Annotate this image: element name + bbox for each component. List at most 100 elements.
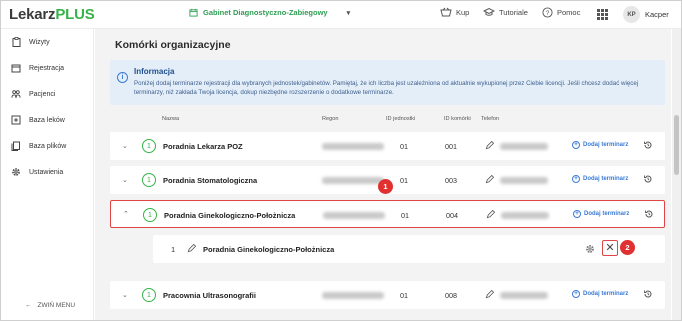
delete-schedule-button[interactable]: ✕ [602,240,618,256]
redacted-region [322,292,384,299]
sidebar-item-label: Ustawienia [29,168,64,176]
plus-icon: + [572,175,580,183]
chevron-down-icon[interactable]: ⌄ [122,176,128,184]
medicine-icon [11,115,21,125]
pencil-icon[interactable] [485,141,494,150]
collapse-menu-label: ZWIŃ MENU [37,302,76,309]
scrollbar-thumb[interactable] [674,115,679,175]
gear-icon[interactable] [585,244,595,254]
sidebar-item-label: Baza plików [29,142,67,150]
redacted-phone [500,177,548,184]
arrow-left-icon: ← [25,302,32,309]
add-schedule-label: Dodaj terminarz [583,176,629,182]
history-icon[interactable] [643,174,653,184]
user-name[interactable]: Kacper [645,10,669,19]
help-label: Pomoc [557,8,581,17]
sidebar-item-pacjenci[interactable]: Pacjenci [11,89,55,99]
schedule-subrow[interactable]: 1 Poradnia Ginekologiczno-Położnicza ✕ [153,235,665,263]
calendar-icon [11,63,21,73]
clinic-selector[interactable]: Gabinet Diagnostyczno-Zabiegowy ▾ [189,8,350,17]
add-schedule-button[interactable]: + Dodaj terminarz [572,290,628,298]
collapse-menu-button[interactable]: ← ZWIŃ MENU [25,302,75,309]
sidebar-item-baza-lekow[interactable]: Baza leków [11,115,65,125]
page-title: Komórki organizacyjne [115,39,231,51]
pencil-icon[interactable] [486,210,495,219]
table-row[interactable]: ⌄ 1 Pracownia Ultrasonografii 01 008 + Do… [110,281,665,309]
chevron-down-icon[interactable]: ⌄ [122,142,128,150]
files-icon [11,141,21,151]
calendar-icon [189,8,198,17]
history-icon[interactable] [644,209,654,219]
shop-link[interactable]: Kup [440,7,469,17]
logo-text-2: PLUS [55,6,95,23]
add-schedule-button[interactable]: + Dodaj terminarz [572,141,628,149]
id-unit: 01 [400,291,408,300]
pencil-icon[interactable] [485,290,494,299]
count-badge: 1 [142,139,156,153]
info-title: Informacja [134,67,175,76]
add-schedule-label: Dodaj terminarz [583,142,629,148]
help-link[interactable]: ? Pomoc [542,7,580,18]
unit-name: Pracownia Ultrasonografii [163,291,256,300]
redacted-region [322,177,384,184]
chevron-down-icon[interactable]: ⌄ [122,291,128,299]
plus-icon: + [572,290,580,298]
caret-down-icon: ▾ [346,9,351,17]
sidebar-item-label: Rejestracja [29,64,65,72]
column-header-phone: Telefon [481,116,500,122]
info-text: Poniżej dodaj terminarze rejestracji dla… [134,80,639,96]
sidebar-item-ustawienia[interactable]: Ustawienia [11,167,63,177]
callout-marker: 2 [620,240,635,255]
id-unit: 01 [400,176,408,185]
sidebar-item-baza-plikow[interactable]: Baza plików [11,141,66,151]
history-icon[interactable] [643,289,653,299]
id-unit: 01 [401,211,409,220]
main-content: Komórki organizacyjne i Informacja Poniż… [95,29,671,320]
sidebar-item-label: Wizyty [29,38,50,46]
column-header-name: Nazwa [162,116,180,122]
callout-marker: 1 [378,179,393,194]
info-banner: i Informacja Poniżej dodaj terminarze re… [110,60,665,105]
table-row-selected[interactable]: ⌃ 1 Poradnia Ginekologiczno-Położnicza 0… [110,200,665,228]
redacted-phone [500,292,548,299]
schedule-name: Poradnia Ginekologiczno-Położnicza [203,245,335,254]
count-badge: 1 [142,288,156,302]
redacted-region [322,143,384,150]
sidebar-item-label: Pacjenci [29,90,56,98]
avatar[interactable]: KP [623,6,640,23]
column-header-id-unit: ID jednostki [386,116,416,122]
tutorials-link[interactable]: Tutoriale [483,7,528,17]
chevron-up-icon[interactable]: ⌃ [123,210,129,218]
sidebar-item-rejestracja[interactable]: Rejestracja [11,63,64,73]
column-header-id-cell: ID komórki [444,116,471,122]
add-schedule-label: Dodaj terminarz [583,291,629,297]
scrollbar[interactable] [672,29,681,320]
unit-name: Poradnia Stomatologiczna [163,176,258,185]
id-cell: 004 [446,211,458,220]
add-schedule-button[interactable]: + Dodaj terminarz [572,175,628,183]
top-bar: LekarzPLUS Gabinet Diagnostyczno-Zabiego… [1,1,681,29]
shop-label: Kup [456,7,470,17]
add-schedule-label: Dodaj terminarz [584,211,630,217]
people-icon [11,89,21,99]
add-schedule-button[interactable]: + Dodaj terminarz [573,210,629,218]
app-logo[interactable]: LekarzPLUS [9,6,95,23]
history-icon[interactable] [643,140,653,150]
app-window: LekarzPLUS Gabinet Diagnostyczno-Zabiego… [0,0,682,321]
help-icon: ? [542,7,553,18]
svg-text:?: ? [546,10,550,17]
apps-grid-icon[interactable] [597,9,608,20]
logo-text-1: Lekarz [9,6,56,23]
close-icon: ✕ [605,241,615,254]
clinic-name: Gabinet Diagnostyczno-Zabiegowy [203,8,328,17]
count-badge: 1 [142,173,156,187]
sidebar-item-wizyty[interactable]: Wizyty [11,37,50,47]
tutorials-label: Tutoriale [499,7,528,17]
sidebar: Wizyty Rejestracja Pacjenci Baza leków B… [1,29,94,320]
table-row[interactable]: ⌄ 1 Poradnia Lekarza POZ 01 001 + Dodaj t… [110,132,665,160]
basket-icon [440,7,452,17]
sidebar-item-label: Baza leków [29,116,65,124]
pencil-icon[interactable] [187,244,196,253]
id-unit: 01 [400,142,408,151]
pencil-icon[interactable] [485,175,494,184]
